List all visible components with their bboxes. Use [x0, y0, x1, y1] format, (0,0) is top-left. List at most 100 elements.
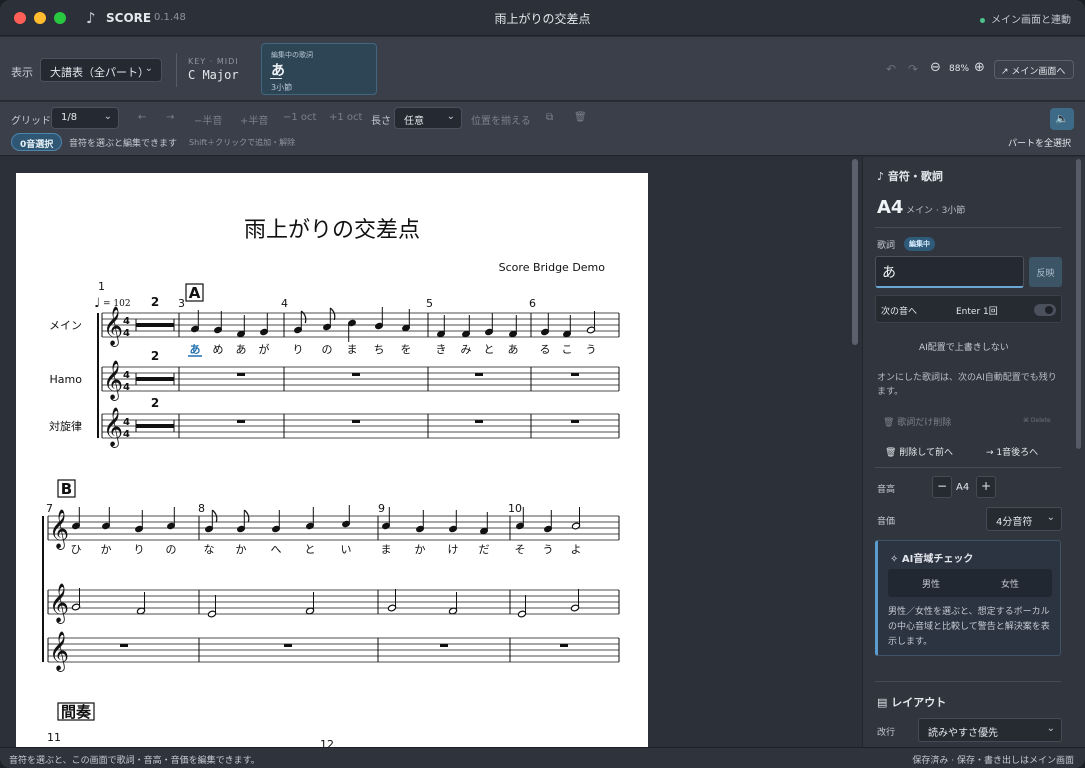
whole-rest — [284, 644, 292, 647]
lyric: と — [305, 543, 316, 556]
line-break-select[interactable]: 読みやすさ優先 ⌄ — [918, 718, 1062, 742]
ai-no-overwrite-toggle[interactable]: AI配置で上書きしない — [919, 340, 1009, 353]
score-svg[interactable]: 𝄞 442メイン𝄞 442Hamo𝄞 442対旋律1♩ = 102A3 4 5 6あめあがりの… — [16, 173, 648, 747]
octave-up-button[interactable]: +1 oct — [329, 112, 362, 123]
line-break-label: 改行 — [877, 728, 896, 738]
male-option[interactable]: 男性 — [922, 577, 940, 590]
copy-icon[interactable]: ⧉ — [546, 112, 553, 123]
move-left-button[interactable]: ← — [138, 112, 146, 123]
length-select[interactable]: 任意 ⌄ — [394, 107, 462, 129]
tempo-note-icon: ♩ — [94, 296, 100, 311]
score-composer: Score Bridge Demo — [499, 261, 606, 274]
pitch-down-button[interactable]: − — [932, 476, 952, 498]
zoom-out-icon[interactable]: ⊖ — [930, 60, 941, 75]
part-name: メイン — [49, 319, 82, 332]
lyric: る — [540, 343, 551, 356]
undo-icon[interactable]: ↶ — [886, 62, 896, 76]
measure-number: 7 — [46, 502, 53, 515]
move-back-one-button[interactable]: → 1音後ろへ — [986, 445, 1038, 458]
divider — [875, 227, 1061, 228]
semitone-down-button[interactable]: −半音 — [194, 112, 222, 127]
next-note-toggle-row[interactable]: 次の音へ Enter 1回 — [875, 295, 1062, 323]
female-option[interactable]: 女性 — [1001, 577, 1019, 590]
lyric: の — [322, 343, 333, 356]
ai-range-title-text: AI音域チェック — [901, 554, 974, 565]
editing-lyric-card[interactable]: 編集中の歌詞 あ 3小節 — [261, 43, 377, 95]
duration-select[interactable]: 4分音符 ⌄ — [986, 507, 1062, 531]
whole-rest — [352, 373, 360, 376]
lyric: な — [204, 543, 215, 556]
redo-icon[interactable]: ↷ — [908, 62, 918, 76]
selection-count-badge: 0音選択 — [11, 133, 63, 151]
length-label: 長さ — [371, 116, 391, 127]
lyric-label: 歌詞 — [877, 241, 896, 251]
lyric: り — [134, 543, 145, 556]
pitch-up-button[interactable]: + — [976, 476, 996, 498]
measure-number: 6 — [529, 297, 536, 310]
divider — [875, 681, 1061, 682]
app-window: ♪ SCORE 0.1.48 雨上がりの交差点 メイン画面と連動 表示 大譜表（… — [0, 0, 1085, 768]
time-signature: 4 — [123, 316, 130, 327]
panel-scrollbar[interactable] — [1076, 159, 1081, 449]
semitone-up-button[interactable]: +半音 — [240, 112, 268, 127]
view-label: 表示 — [11, 66, 33, 79]
selected-location: メイン · 3小節 — [906, 206, 966, 216]
whole-rest — [237, 373, 245, 376]
move-right-button[interactable]: → — [166, 112, 174, 123]
treble-clef: 𝄞 — [103, 407, 123, 448]
part-name: 対旋律 — [49, 419, 82, 433]
delete-prev-button[interactable]: 🗑 削除して前へ — [885, 445, 953, 458]
time-signature: 4 — [123, 417, 130, 428]
status-hint: 音符を選ぶと、この画面で歌詞・音高・音価を編集できます。 — [9, 756, 260, 766]
speaker-icon[interactable]: 🔈 — [1050, 108, 1074, 130]
zoom-window-button[interactable] — [54, 12, 66, 24]
inspector-panel: ♪ 音符・歌詞 A4 メイン · 3小節 歌詞 編集中 あ 反映 次の音へ En… — [862, 157, 1085, 747]
next-note-label: 次の音へ — [881, 307, 918, 317]
time-signature: 4 — [123, 328, 130, 339]
duration-select-value: 4分音符 — [996, 517, 1033, 528]
lyric: を — [401, 343, 412, 356]
zoom-in-icon[interactable]: ⊕ — [974, 60, 985, 75]
delete-lyric-button[interactable]: 🗑 歌詞だけ削除 — [883, 415, 951, 428]
trash-icon[interactable]: 🗑 — [574, 112, 587, 123]
align-button[interactable]: 位置を揃える — [471, 112, 531, 127]
lyric: き — [436, 343, 447, 356]
score-viewport[interactable]: 𝄞 4 4 2 メイン 𝄞 4 4 2 Hamo 𝄞 4 4 2 対旋律 1 ♩ = 102 A 3 4 5 6 あめあがりの… — [0, 157, 862, 747]
whole-rest — [237, 420, 245, 423]
lyric: へ — [271, 543, 282, 556]
ai-range-title: ✧ AI音域チェック — [890, 550, 973, 565]
grid-select-value: 1/8 — [61, 112, 78, 123]
minimize-window-button[interactable] — [34, 12, 46, 24]
lyric: だ — [479, 543, 490, 556]
lyric: の — [166, 543, 177, 556]
score-scrollbar[interactable] — [852, 159, 858, 345]
lyric: け — [448, 543, 459, 556]
pitch-label: 音高 — [877, 485, 896, 495]
divider — [875, 467, 1061, 468]
lyric: か — [101, 543, 112, 556]
pitch-value: A4 — [956, 482, 970, 493]
to-main-button[interactable]: ↗ メイン画面へ — [994, 60, 1074, 79]
lyric-input[interactable]: あ — [875, 256, 1024, 288]
ai-range-check-card: ✧ AI音域チェック 男性 女性 男性／女性を選ぶと、想定するボーカルの中心音域… — [875, 540, 1061, 656]
grid-select[interactable]: 1/8 ⌄ — [51, 107, 119, 129]
ai-keep-note: オンにした歌詞は、次のAI自動配置でも残ります。 — [877, 373, 1057, 397]
next-note-toggle[interactable] — [1034, 304, 1056, 316]
view-select[interactable]: 大譜表（全パート） ⌄ — [40, 58, 162, 82]
toggle-knob — [1045, 306, 1053, 314]
treble-clef: 𝄞 — [49, 631, 69, 672]
chevron-down-icon: ⌄ — [1046, 723, 1055, 734]
select-part-button[interactable]: パートを全選択 — [1008, 136, 1071, 149]
lyric: あ — [508, 343, 519, 356]
measure-number: 11 — [47, 731, 61, 744]
lyric: か — [415, 543, 426, 556]
treble-clef: 𝄞 — [103, 306, 123, 347]
apply-lyric-button[interactable]: 反映 — [1029, 257, 1062, 287]
status-bar: 音符を選ぶと、この画面で歌詞・音高・音価を編集できます。 保存済み · 保存・書… — [0, 747, 1085, 768]
octave-down-button[interactable]: −1 oct — [283, 112, 316, 123]
voice-range-segmented: 男性 女性 — [888, 569, 1052, 597]
lyric: と — [484, 343, 495, 356]
app-version: 0.1.48 — [154, 12, 186, 23]
close-window-button[interactable] — [14, 12, 26, 24]
length-select-value: 任意 — [404, 116, 424, 127]
